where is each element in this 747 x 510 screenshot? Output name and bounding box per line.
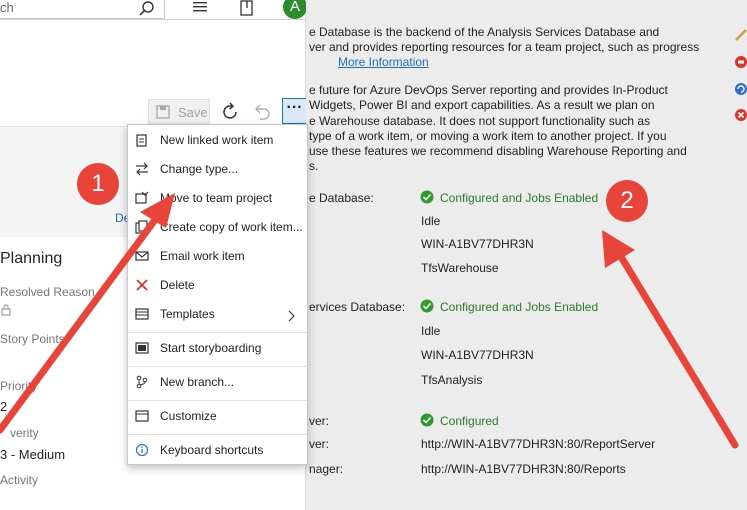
analysis-server: WIN-A1BV77DHR3N <box>421 348 534 362</box>
activity-label: Activity <box>0 473 39 487</box>
copy-icon <box>135 220 148 234</box>
warehouse-state: Idle <box>421 214 441 228</box>
menu-item-label: New linked work item <box>160 133 274 147</box>
top-bar: ch A <box>0 0 307 20</box>
menu-item-change-type[interactable]: Change type... <box>128 157 307 183</box>
storyboard-icon <box>135 342 149 354</box>
menu-item-email-work-item[interactable]: Email work item <box>128 244 307 270</box>
menu-item-new-linked-work-item[interactable]: New linked work item <box>128 128 307 154</box>
notice-line: type of a work item, or moving a work it… <box>309 129 667 143</box>
move-icon <box>135 191 149 204</box>
new-linked-icon <box>136 134 147 147</box>
resolved-reason-label: Resolved Reason <box>0 285 95 299</box>
change-type-icon <box>136 162 148 176</box>
section-title: Planning <box>0 250 63 267</box>
remove-icon[interactable] <box>734 108 747 122</box>
check-icon <box>420 190 434 204</box>
report-server-label: ver: <box>309 437 330 451</box>
analysis-label: ervices Database: <box>309 300 406 314</box>
more-actions-button[interactable]: ··· <box>282 98 307 124</box>
analysis-status: Configured and Jobs Enabled <box>440 300 599 314</box>
menu-item-new-branch[interactable]: New branch... <box>128 370 307 396</box>
customize-icon <box>135 410 149 422</box>
avatar[interactable]: A <box>283 0 307 19</box>
save-label: Save <box>178 105 208 120</box>
report-server-url: http://WIN-A1BV77DHR3N:80/ReportServer <box>421 437 656 451</box>
menu-item-label: Start storyboarding <box>160 341 262 355</box>
report-manager-label: nager: <box>309 462 344 476</box>
refresh-status-icon[interactable] <box>734 82 747 96</box>
warehouse-status: Configured and Jobs Enabled <box>440 191 599 205</box>
menu-item-start-storyboarding[interactable]: Start storyboarding <box>128 336 307 362</box>
lock-icon <box>1 304 11 316</box>
report-manager-url: http://WIN-A1BV77DHR3N:80/Reports <box>421 462 626 476</box>
chevron-right-icon <box>288 310 295 322</box>
search-text: ch <box>0 0 14 15</box>
priority-label: Priority <box>0 379 38 393</box>
menu-item-move-to-team-project[interactable]: Move to team project <box>128 186 307 212</box>
more-information-link[interactable]: More Information <box>338 55 429 69</box>
templates-icon <box>135 308 149 320</box>
delete-icon <box>136 279 148 291</box>
menu-divider <box>128 332 307 333</box>
branch-icon <box>136 375 148 389</box>
notice-line: use these features we recommend disablin… <box>309 144 687 158</box>
keyboard-icon <box>135 443 149 457</box>
menu-item-label: Email work item <box>160 249 245 263</box>
warehouse-db: TfsWarehouse <box>421 261 499 275</box>
analysis-db: TfsAnalysis <box>421 373 483 387</box>
stop-icon[interactable] <box>734 55 747 69</box>
menu-item-label: Create copy of work item... <box>160 220 303 234</box>
reporting-status: Configured <box>440 414 499 428</box>
menu-item-label: Move to team project <box>160 191 273 205</box>
menu-item-label: New branch... <box>160 375 235 389</box>
book-icon[interactable] <box>239 0 255 16</box>
menu-item-templates[interactable]: Templates <box>128 302 307 328</box>
menu-item-label: Customize <box>160 409 217 423</box>
admin-console-pane: e Database is the backend of the Analysi… <box>306 0 747 510</box>
menu-item-label: Keyboard shortcuts <box>160 443 264 457</box>
description-line: ver and provides reporting resources for… <box>309 40 700 54</box>
search-input[interactable]: ch <box>0 0 165 19</box>
notice-line: e Warehouse database. It does not suppor… <box>309 114 651 128</box>
menu-item-label: Templates <box>160 307 215 321</box>
reporting-label: ver: <box>309 414 330 428</box>
severity-value[interactable]: 3 - Medium <box>0 447 65 462</box>
severity-label: verity <box>10 426 39 440</box>
save-button[interactable]: Save <box>148 99 210 124</box>
ellipsis-icon: ··· <box>286 99 303 116</box>
description-line: e Database is the backend of the Analysi… <box>309 25 660 39</box>
check-icon <box>420 413 434 427</box>
menu-divider <box>128 366 307 367</box>
menu-item-create-copy[interactable]: Create copy of work item... <box>128 215 307 241</box>
menu-item-label: Delete <box>160 278 195 292</box>
save-icon <box>156 105 170 119</box>
menu-item-label: Change type... <box>160 162 239 176</box>
more-actions-menu: New linked work item Change type... Move… <box>127 124 308 465</box>
priority-value[interactable]: 2 <box>0 399 7 414</box>
undo-icon[interactable] <box>250 99 274 125</box>
menu-divider <box>128 434 307 435</box>
notice-line: Widgets, Power BI and export capabilitie… <box>309 98 655 112</box>
edit-icon[interactable] <box>734 28 747 42</box>
menu-divider <box>128 400 307 401</box>
check-icon <box>420 299 434 313</box>
analysis-state: Idle <box>421 324 441 338</box>
menu-item-customize[interactable]: Customize <box>128 404 307 430</box>
list-icon[interactable] <box>192 0 208 16</box>
email-icon <box>135 251 149 261</box>
annotation-badge-1: 1 <box>77 163 119 205</box>
menu-item-keyboard-shortcuts[interactable]: Keyboard shortcuts <box>128 438 307 464</box>
refresh-icon[interactable] <box>217 99 243 125</box>
story-points-label: Story Points <box>0 332 65 346</box>
menu-item-delete[interactable]: Delete <box>128 273 307 299</box>
notice-line: s. <box>309 159 319 173</box>
warehouse-label: e Database: <box>309 191 374 205</box>
notice-line: e future for Azure DevOps Server reporti… <box>309 83 668 97</box>
warehouse-server: WIN-A1BV77DHR3N <box>421 237 534 251</box>
annotation-badge-2: 2 <box>606 180 648 222</box>
search-icon[interactable] <box>138 0 156 18</box>
